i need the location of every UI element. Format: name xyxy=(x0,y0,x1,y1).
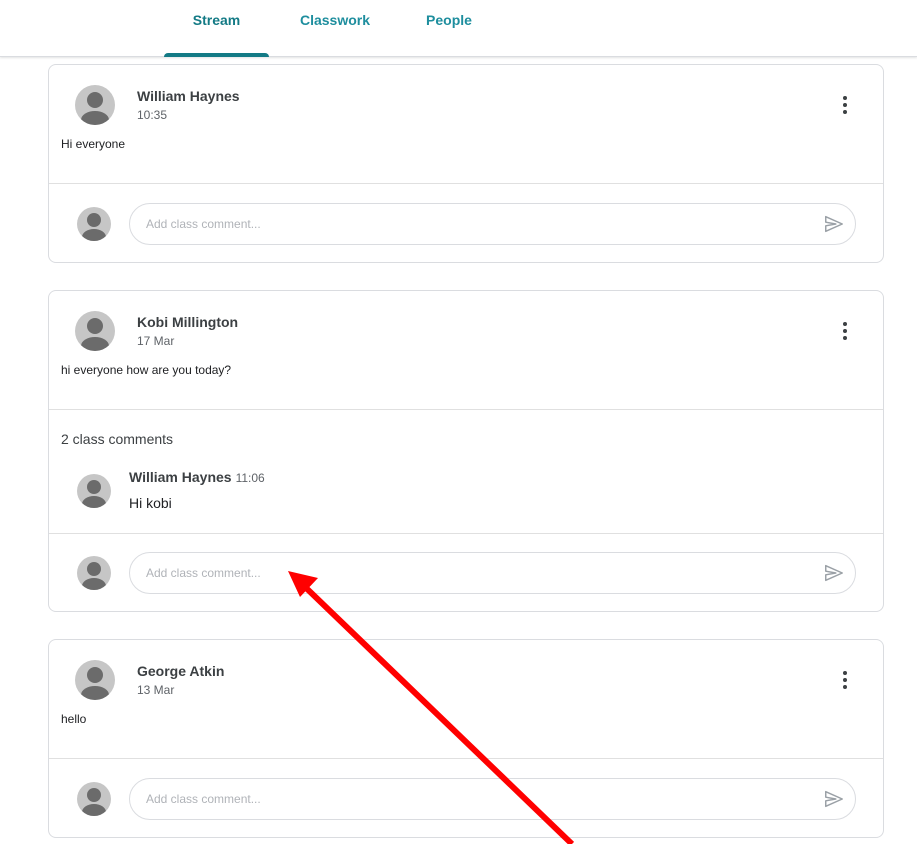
send-icon[interactable] xyxy=(823,213,845,235)
avatar-icon xyxy=(75,311,115,351)
post-author: Kobi Millington xyxy=(137,314,239,330)
post-text: hi everyone how are you today? xyxy=(61,363,232,377)
send-icon[interactable] xyxy=(823,562,845,584)
top-tab-bar: Stream Classwork People xyxy=(0,0,917,57)
class-comment-input[interactable] xyxy=(146,789,786,809)
stream-post: William Haynes 10:35 Hi everyone xyxy=(48,64,884,263)
avatar-icon xyxy=(75,85,115,125)
comment-box xyxy=(129,552,856,594)
tab-stream[interactable]: Stream xyxy=(164,12,269,57)
post-time: 10:35 xyxy=(137,108,168,122)
post-author: William Haynes xyxy=(137,88,240,104)
avatar-icon xyxy=(77,556,111,590)
post-time: 13 Mar xyxy=(137,683,175,697)
post-text: hello xyxy=(61,712,87,726)
post-author: George Atkin xyxy=(137,663,225,679)
comment-time: 11:06 xyxy=(235,471,265,485)
more-vert-icon[interactable] xyxy=(841,670,849,690)
stream-post: Kobi Millington 17 Mar hi everyone how a… xyxy=(48,290,884,612)
avatar-icon xyxy=(77,207,111,241)
comment-box xyxy=(129,203,856,245)
comment-author: William Haynes 11:06 xyxy=(129,469,265,485)
divider xyxy=(49,533,883,534)
divider xyxy=(49,409,883,410)
comment-author-name: William Haynes xyxy=(129,469,232,485)
avatar-icon xyxy=(77,474,111,508)
class-comment-input[interactable] xyxy=(146,563,786,583)
comment-text: Hi kobi xyxy=(129,495,172,511)
send-icon[interactable] xyxy=(823,788,845,810)
comment-box xyxy=(129,778,856,820)
more-vert-icon[interactable] xyxy=(841,95,849,115)
more-vert-icon[interactable] xyxy=(841,321,849,341)
stream-post: George Atkin 13 Mar hello xyxy=(48,639,884,838)
divider xyxy=(49,183,883,184)
tab-classwork[interactable]: Classwork xyxy=(287,12,383,57)
class-comment-input[interactable] xyxy=(146,214,786,234)
avatar-icon xyxy=(77,782,111,816)
avatar-icon xyxy=(75,660,115,700)
comment-count-link[interactable]: 2 class comments xyxy=(61,431,173,447)
divider xyxy=(49,758,883,759)
post-text: Hi everyone xyxy=(61,137,126,151)
post-time: 17 Mar xyxy=(137,334,175,348)
tab-people[interactable]: People xyxy=(414,12,484,57)
